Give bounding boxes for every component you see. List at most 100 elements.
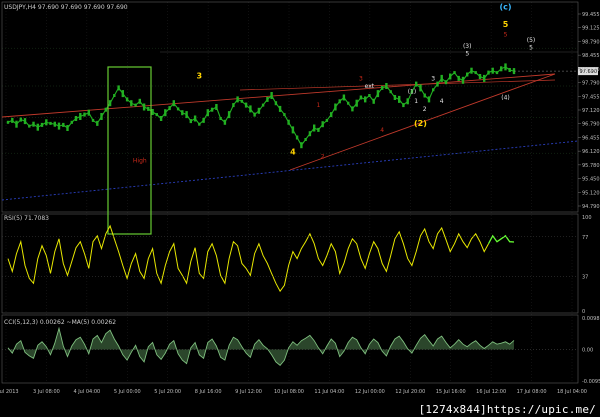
price-y-tick-label: 96.790 [582, 122, 600, 128]
price-y-tick-label: 97.120 [582, 108, 600, 114]
price-bar [300, 142, 303, 149]
price-bar [125, 97, 129, 102]
price-bar [308, 131, 312, 137]
price-bar [104, 107, 107, 112]
x-tick-label: 17 Jul 08:00 [517, 389, 547, 395]
price-y-tick-label: 94.790 [582, 204, 600, 210]
price-bar [232, 103, 235, 108]
price-bar [495, 71, 499, 75]
price-bar [461, 76, 465, 84]
price-y-tick-label: 97.790 [582, 81, 600, 87]
wave-label: ext [365, 83, 375, 90]
price-bar [40, 122, 44, 127]
price-bar [278, 105, 282, 112]
wave-label: 2 [321, 154, 325, 161]
price-bar [138, 98, 141, 104]
price-bar [470, 67, 473, 74]
price-bar [402, 103, 405, 108]
price-bar [164, 109, 167, 117]
price-bar [325, 118, 329, 122]
price-bar [342, 94, 346, 101]
price-bar [321, 121, 324, 128]
price-bar [176, 107, 180, 111]
wave-label: (1) [408, 89, 417, 96]
price-bar [23, 118, 27, 125]
price-bar [189, 119, 192, 124]
price-bar [330, 112, 333, 118]
price-bar [147, 106, 150, 111]
price-bar [202, 117, 205, 123]
price-bar [466, 72, 469, 77]
price-bar [474, 71, 477, 75]
rsi-y-tick-label: 0 [582, 309, 585, 315]
price-bar [36, 123, 39, 131]
wave-label: (4) [501, 94, 510, 101]
price-bar [295, 135, 299, 140]
price-bar [219, 117, 222, 120]
price-bar [415, 81, 418, 87]
price-bar [155, 113, 158, 117]
forex-chart[interactable]: 345(c)12345ext(1)(2)1234(3)5(4)(5)5High9… [0, 0, 600, 417]
wave-label: 3 [197, 71, 203, 80]
price-bar [45, 119, 48, 126]
price-bar [313, 124, 316, 132]
x-tick-label: 10 Jul 08:00 [274, 389, 304, 395]
cci-y-tick-label: 0.00 [582, 348, 593, 354]
price-bar [500, 66, 503, 72]
price-bar [206, 109, 209, 117]
x-tick-label: 16 Jul 12:00 [476, 389, 506, 395]
price-bar [376, 90, 380, 98]
symbol-label: USDJPY,H4 97.690 97.690 97.690 97.690 [4, 4, 128, 11]
wave-label: 3 [359, 75, 363, 82]
price-bar [159, 116, 163, 121]
price-bar [215, 104, 218, 110]
price-bar [270, 92, 273, 99]
wave-label: (5) [527, 37, 536, 44]
price-bar [406, 98, 409, 105]
wave-label: 5 [503, 20, 509, 29]
chart-background [0, 0, 600, 417]
price-bar [11, 117, 14, 123]
price-bar [491, 67, 494, 74]
wave-label: (c) [499, 3, 511, 12]
price-bar [151, 109, 154, 115]
price-bar [483, 74, 486, 82]
price-bar [32, 121, 35, 127]
price-y-tick-label: 95.780 [582, 163, 600, 169]
x-tick-label: 9 Jul 12:00 [235, 389, 262, 395]
price-y-tick-label: 96.120 [582, 149, 600, 155]
cci-y-tick-label: 0.0098 [582, 316, 600, 322]
x-tick-label: 12 Jul 20:00 [395, 389, 425, 395]
price-bar [317, 127, 320, 132]
x-tick-label: 11 Jul 04:00 [314, 389, 344, 395]
price-bar [100, 113, 103, 120]
wave-label: High [133, 157, 147, 164]
price-bar [487, 70, 490, 75]
price-bar [121, 90, 124, 98]
price-bar [419, 84, 422, 92]
price-bar [385, 83, 388, 89]
wave-label: 4 [290, 148, 296, 157]
price-bar [389, 90, 392, 94]
price-y-tick-label: 95.120 [582, 190, 600, 196]
price-bar [168, 106, 171, 111]
price-bar [283, 113, 286, 117]
price-bar [57, 122, 61, 130]
price-bar [359, 95, 363, 100]
price-bar [15, 120, 18, 128]
price-bar [372, 98, 375, 104]
price-y-tick-label: 99.125 [582, 26, 600, 32]
price-bar [449, 73, 452, 80]
price-bar [240, 99, 244, 103]
price-y-tick-label: 98.120 [582, 67, 600, 73]
rsi-label: RSI(5) 71.7083 [4, 215, 49, 222]
price-bar [287, 119, 290, 125]
price-bar [91, 118, 95, 122]
price-bar [508, 68, 511, 72]
price-bar [432, 88, 435, 92]
wave-label: (2) [414, 119, 427, 128]
wave-label: 5 [529, 45, 533, 52]
price-bar [457, 75, 460, 81]
price-bar [436, 81, 439, 87]
x-tick-label: 8 Jul 16:00 [195, 389, 222, 395]
